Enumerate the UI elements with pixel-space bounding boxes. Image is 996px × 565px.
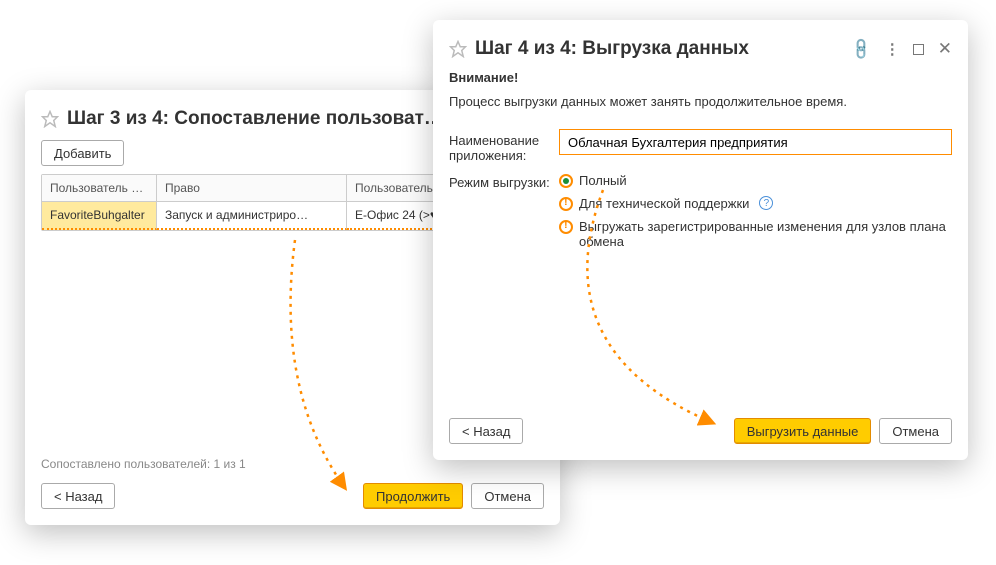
app-name-row: Наименование приложения: <box>449 129 952 163</box>
radio-icon[interactable] <box>559 220 573 234</box>
cancel-button[interactable]: Отмена <box>471 483 544 509</box>
cell-user: FavoriteBuhgalter <box>42 202 157 230</box>
cell-right: Запуск и администриро… <box>157 202 347 230</box>
status-text: Сопоставлено пользователей: 1 из 1 <box>41 457 246 471</box>
step4-window: Шаг 4 из 4: Выгрузка данных 🔗 ⋮ ✕ Вниман… <box>433 20 968 460</box>
attention-heading: Внимание! <box>449 70 952 85</box>
mode-full-option[interactable]: Полный <box>559 173 952 188</box>
footer: < Назад Продолжить Отмена <box>41 483 544 509</box>
mode-label: Режим выгрузки: <box>449 171 559 190</box>
radio-label: Для технической поддержки <box>579 196 749 211</box>
radio-label: Полный <box>579 173 627 188</box>
maximize-icon[interactable] <box>913 44 924 55</box>
radio-icon[interactable] <box>559 174 573 188</box>
back-button[interactable]: < Назад <box>449 418 523 444</box>
link-icon[interactable]: 🔗 <box>848 36 874 62</box>
app-name-label: Наименование приложения: <box>449 129 559 163</box>
continue-button[interactable]: Продолжить <box>363 483 463 509</box>
col-right[interactable]: Право <box>157 175 347 202</box>
help-icon[interactable]: ? <box>759 196 773 210</box>
favorite-star-icon[interactable] <box>41 110 59 128</box>
title-icons: 🔗 ⋮ ✕ <box>852 39 952 59</box>
footer: < Назад Выгрузить данные Отмена <box>449 418 952 444</box>
cancel-button[interactable]: Отмена <box>879 418 952 444</box>
app-name-input[interactable] <box>559 129 952 155</box>
title-row: Шаг 4 из 4: Выгрузка данных 🔗 ⋮ ✕ <box>449 38 952 60</box>
export-button[interactable]: Выгрузить данные <box>734 418 872 444</box>
window-title: Шаг 4 из 4: Выгрузка данных <box>475 38 844 60</box>
back-button[interactable]: < Назад <box>41 483 115 509</box>
favorite-star-icon[interactable] <box>449 40 467 58</box>
radio-icon[interactable] <box>559 197 573 211</box>
radio-label: Выгружать зарегистрированные изменения д… <box>579 219 952 249</box>
close-icon[interactable]: ✕ <box>938 39 952 59</box>
mode-row: Режим выгрузки: Полный Для технической п… <box>449 171 952 249</box>
col-user[interactable]: Пользователь … <box>42 175 157 202</box>
description-text: Процесс выгрузки данных может занять про… <box>449 93 952 111</box>
more-icon[interactable]: ⋮ <box>885 40 899 58</box>
mode-support-option[interactable]: Для технической поддержки ? <box>559 196 952 211</box>
mode-changes-option[interactable]: Выгружать зарегистрированные изменения д… <box>559 219 952 249</box>
add-button[interactable]: Добавить <box>41 140 124 166</box>
